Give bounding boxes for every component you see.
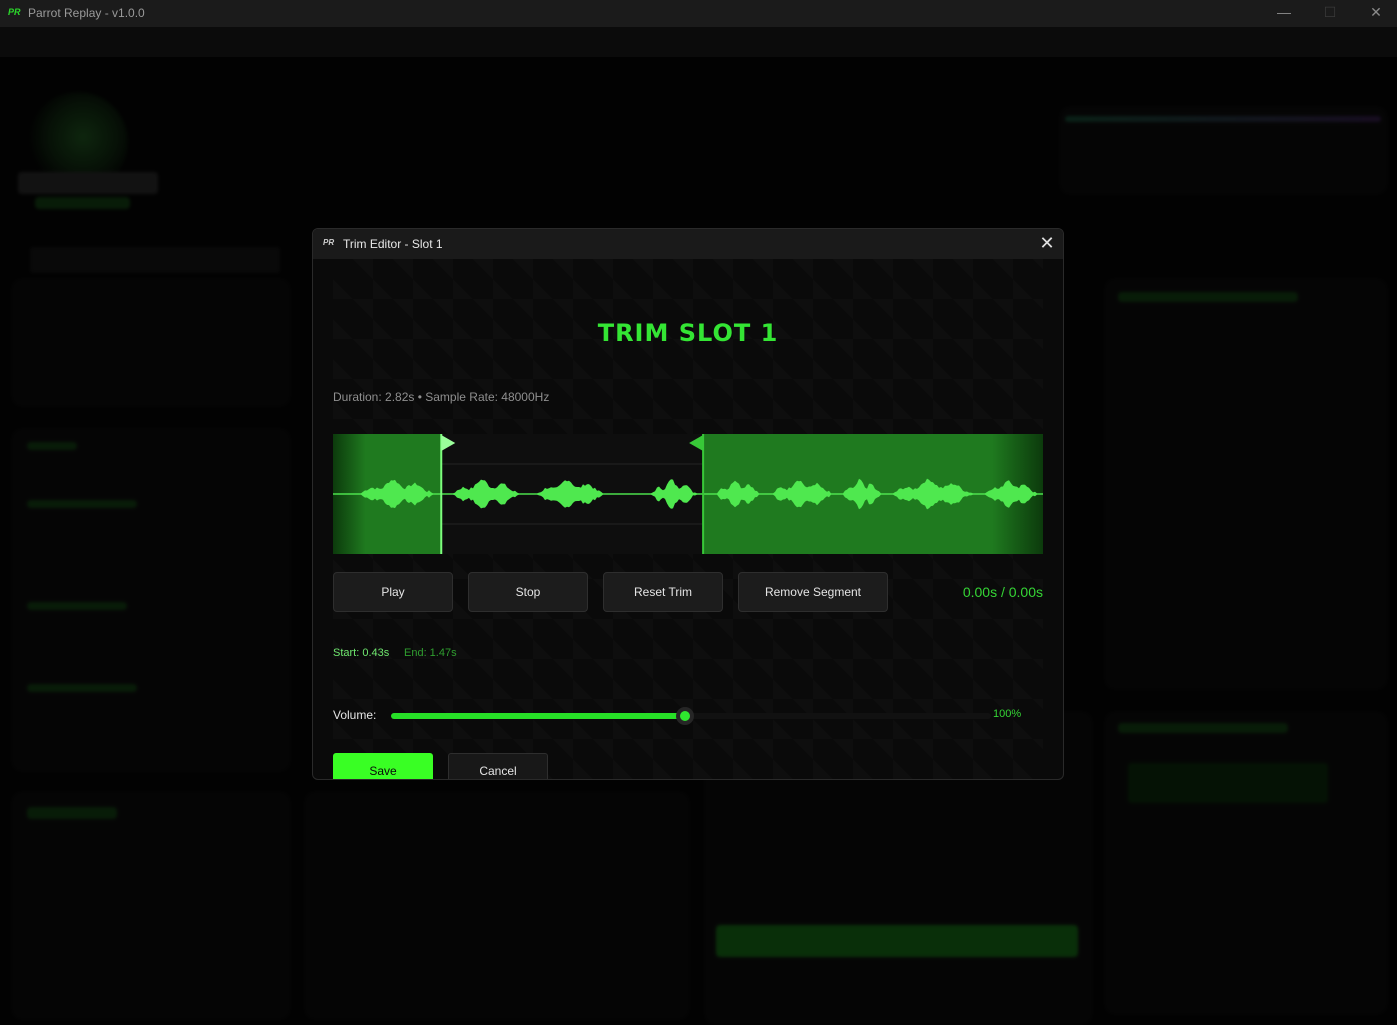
dialog-close-button[interactable]: ✕ — [1031, 229, 1063, 259]
trim-editor-dialog: PR Trim Editor - Slot 1 ✕ TRIM SLOT 1 Du… — [312, 228, 1064, 780]
menu-bar — [0, 27, 1397, 57]
close-icon: ✕ — [1039, 233, 1055, 253]
save-button[interactable]: Save — [333, 753, 433, 779]
reset-trim-button[interactable]: Reset Trim — [603, 572, 723, 612]
play-button[interactable]: Play — [333, 572, 453, 612]
volume-value: 100% — [993, 708, 1022, 720]
remove-segment-button[interactable]: Remove Segment — [738, 572, 888, 612]
trim-start-handle-icon — [441, 435, 456, 451]
close-window-button[interactable]: ✕ — [1353, 0, 1397, 27]
app-title: Parrot Replay - v1.0.0 — [28, 6, 145, 20]
close-icon: ✕ — [1370, 4, 1382, 20]
trim-heading: TRIM SLOT 1 — [597, 319, 779, 347]
volume-label: Volume: — [333, 708, 377, 722]
dialog-logo: PR — [323, 238, 335, 247]
trim-start-label: Start: 0.43s — [333, 647, 390, 659]
waveform-canvas[interactable] — [333, 434, 1043, 554]
dialog-title: Trim Editor - Slot 1 — [343, 237, 443, 251]
volume-slider-thumb[interactable] — [676, 707, 694, 725]
trim-end-label: End: 1.47s — [404, 647, 457, 659]
maximize-icon: ☐ — [1323, 4, 1337, 20]
minimize-button[interactable]: — — [1261, 0, 1307, 27]
stop-button[interactable]: Stop — [468, 572, 588, 612]
volume-slider-fill — [391, 713, 685, 719]
trim-end-handle-icon — [689, 435, 704, 451]
app-titlebar: PR Parrot Replay - v1.0.0 — ☐ ✕ — [0, 0, 1397, 27]
playback-time: 0.00s / 0.00s — [962, 584, 1043, 600]
maximize-button[interactable]: ☐ — [1307, 0, 1353, 27]
app-logo: PR — [8, 7, 21, 17]
audio-info: Duration: 2.82s • Sample Rate: 48000Hz — [333, 390, 550, 404]
cancel-button[interactable]: Cancel — [448, 753, 548, 779]
minimize-icon: — — [1277, 4, 1291, 20]
dialog-titlebar: PR Trim Editor - Slot 1 ✕ — [313, 229, 1063, 259]
volume-slider[interactable] — [391, 707, 991, 725]
dialog-body: TRIM SLOT 1 Duration: 2.82s • Sample Rat… — [333, 259, 1043, 779]
waveform-editor[interactable] — [333, 434, 1043, 554]
